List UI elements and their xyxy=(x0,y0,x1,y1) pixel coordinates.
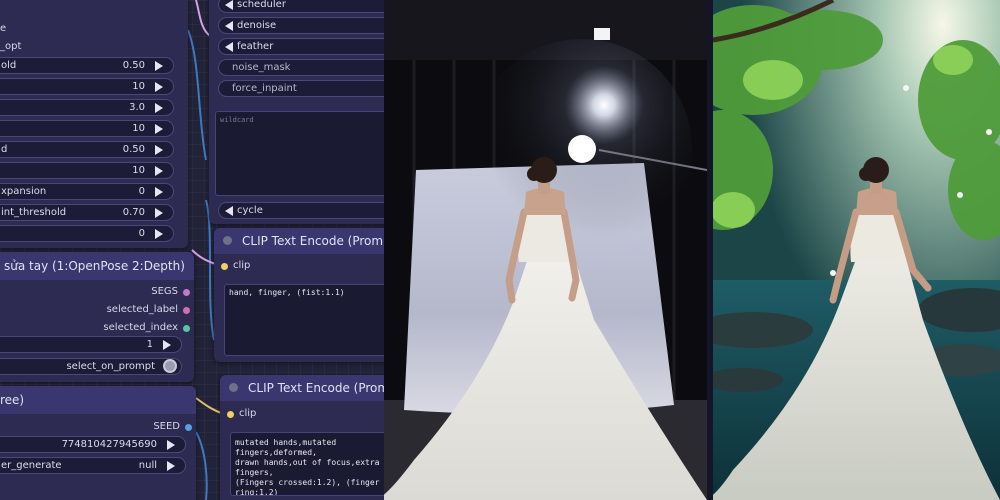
segs-output-socket[interactable] xyxy=(183,289,190,296)
increment-arrow-icon[interactable] xyxy=(163,340,171,350)
negative-prompt-line: drawn hands,out of focus,extra fingers, xyxy=(235,458,380,477)
status-dot-icon xyxy=(229,383,238,392)
negative-prompt-line: mutated hands,mutated fingers,deformed, xyxy=(235,438,337,457)
clip-text-encode-node-2[interactable]: CLIP Text Encode (Prompt) clip mutated h… xyxy=(220,375,384,500)
ceiling-light xyxy=(594,28,610,40)
select-on-prompt-toggle[interactable]: select_on_prompt xyxy=(0,358,182,375)
increment-arrow-icon[interactable] xyxy=(155,124,163,134)
increment-arrow-icon[interactable] xyxy=(155,82,163,92)
sam-expansion-widget[interactable]: xpansion 0 xyxy=(0,183,174,200)
scheduler-widget[interactable]: scheduler xyxy=(218,0,384,13)
seed-value-widget[interactable]: 774810427945690 xyxy=(0,436,186,453)
increment-arrow-icon[interactable] xyxy=(155,61,163,71)
segs-node-title: sửa tay (1:OpenPose 2:Depth) xyxy=(4,259,185,273)
decrement-arrow-icon[interactable] xyxy=(225,0,233,10)
increment-arrow-icon[interactable] xyxy=(155,166,163,176)
studio-photo xyxy=(384,0,707,500)
detailer-settings-node[interactable]: scheduler denoise feather noise_mask for… xyxy=(209,0,384,224)
positive-prompt-textarea[interactable]: hand, finger, (fist:1.1) xyxy=(224,284,384,356)
sam-threshold-widget[interactable]: int_threshold 0.70 xyxy=(0,204,174,221)
increment-arrow-icon[interactable] xyxy=(155,145,163,155)
increment-arrow-icon[interactable] xyxy=(167,461,175,471)
feather-widget[interactable]: feather xyxy=(218,38,384,55)
increment-arrow-icon[interactable] xyxy=(155,229,163,239)
clip-node-1-title: CLIP Text Encode (Prompt) xyxy=(242,234,384,248)
clip-input-socket[interactable] xyxy=(221,263,228,270)
negative-prompt-line: (Fingers crossed:1.2), (finger ring:1.2) xyxy=(235,478,380,496)
bbox-threshold-widget[interactable]: d 0.50 xyxy=(0,141,174,158)
increment-arrow-icon[interactable] xyxy=(167,440,175,450)
selected-index-output-label: selected_index xyxy=(103,322,178,333)
seed-output-socket[interactable] xyxy=(185,424,192,431)
wire-blue-1 xyxy=(187,29,207,161)
denoise-widget[interactable]: denoise xyxy=(218,17,384,34)
partial-label-opt: _opt xyxy=(0,41,22,52)
selected-label-socket[interactable] xyxy=(183,307,190,314)
segs-selector-node[interactable]: sửa tay (1:OpenPose 2:Depth) SEGS select… xyxy=(0,252,194,382)
detailer-node[interactable]: e _opt old 0.50 10 3.0 10 d 0.50 10 xpan… xyxy=(0,0,188,248)
clip-input-socket[interactable] xyxy=(227,411,234,418)
status-dot-icon xyxy=(223,236,232,245)
increment-arrow-icon[interactable] xyxy=(155,187,163,197)
selected-label-output-label: selected_label xyxy=(106,304,178,315)
threshold-widget[interactable]: old 0.50 xyxy=(0,57,174,74)
cfg-widget[interactable]: 3.0 xyxy=(0,99,174,116)
negative-prompt-textarea[interactable]: mutated hands,mutated fingers,deformed, … xyxy=(230,432,384,496)
clip-input-label: clip xyxy=(233,260,251,271)
selected-index-socket[interactable] xyxy=(183,325,190,332)
node-graph-canvas[interactable]: e _opt old 0.50 10 3.0 10 d 0.50 10 xpan… xyxy=(0,0,384,500)
steps-widget[interactable]: 10 xyxy=(0,78,174,95)
seed-output-label: SEED xyxy=(153,421,180,432)
wire-pink xyxy=(195,0,211,37)
partial-label-top: e xyxy=(0,23,7,34)
toggle-knob-icon[interactable] xyxy=(163,359,177,373)
cycle-widget[interactable]: cycle xyxy=(218,202,384,219)
clip-input-label: clip xyxy=(239,408,257,419)
control-after-generate-widget[interactable]: er_generate null xyxy=(0,457,186,474)
decrement-arrow-icon[interactable] xyxy=(225,42,233,52)
seed-node[interactable]: ree) SEED 774810427945690 er_generate nu… xyxy=(0,386,196,500)
decrement-arrow-icon[interactable] xyxy=(225,21,233,31)
decrement-arrow-icon[interactable] xyxy=(225,206,233,216)
bbox-dilation-widget[interactable]: 10 xyxy=(0,162,174,179)
increment-arrow-icon[interactable] xyxy=(155,208,163,218)
clip-node-2-title: CLIP Text Encode (Prompt) xyxy=(248,381,384,395)
force-inpaint-widget[interactable]: force_inpaint xyxy=(218,80,384,97)
increment-arrow-icon[interactable] xyxy=(155,103,163,113)
noise-mask-widget[interactable]: noise_mask xyxy=(218,59,384,76)
segs-output-label: SEGS xyxy=(151,286,178,297)
clip-text-encode-node-1[interactable]: CLIP Text Encode (Prompt) clip hand, fin… xyxy=(214,228,384,362)
dilation-widget[interactable]: 10 xyxy=(0,120,174,137)
seed-node-title: ree) xyxy=(0,393,25,407)
wildcard-textarea[interactable]: wildcard xyxy=(215,111,384,196)
index-widget[interactable]: 1 xyxy=(0,336,182,353)
forest-photo xyxy=(713,0,1000,500)
wire-blue-3 xyxy=(195,431,208,500)
bbox-expansion-widget[interactable]: 0 xyxy=(0,225,174,242)
